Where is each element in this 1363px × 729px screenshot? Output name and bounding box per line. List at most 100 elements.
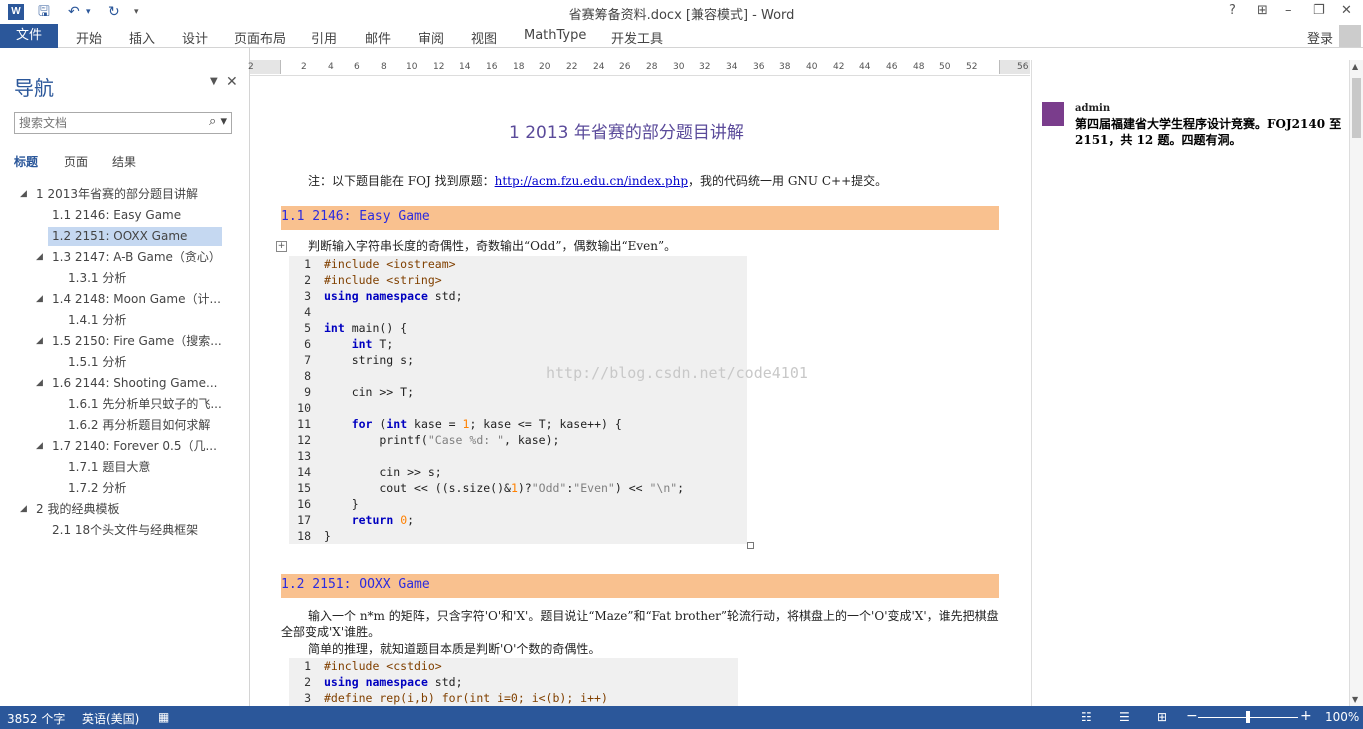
scrollbar-thumb[interactable]	[1352, 78, 1361, 138]
line-number: 4	[304, 305, 311, 319]
line-number: 1	[304, 659, 311, 673]
zoom-slider-thumb[interactable]	[1246, 711, 1250, 723]
nav-tree-item[interactable]: ◢ 1.3 2147: A-B Game（贪心）	[36, 248, 252, 267]
nav-tree-item[interactable]: 1.7.2 分析	[68, 479, 268, 498]
paragraph-ooxx-2: 简单的推理，就知道题目本质是判断'O'个数的奇偶性。	[308, 642, 601, 656]
tab-layout[interactable]: 页面布局	[234, 28, 286, 47]
close-icon[interactable]: ✕	[1341, 3, 1352, 18]
restore-icon[interactable]: ❐	[1313, 3, 1325, 18]
note-link[interactable]: http://acm.fzu.edu.cn/index.php	[495, 174, 688, 188]
scroll-down-icon[interactable]: ▼	[1352, 695, 1358, 704]
read-mode-icon[interactable]: ☷	[1081, 710, 1092, 724]
zoom-out-button[interactable]: −	[1186, 708, 1198, 724]
nav-tree-item[interactable]: ◢ 1.4 2148: Moon Game（计...	[36, 290, 252, 309]
ruler-tick-label: 44	[859, 62, 871, 72]
macro-record-icon[interactable]: ▦	[158, 710, 169, 724]
nav-tree-item[interactable]: ◢ 2 我的经典模板	[20, 500, 236, 519]
nav-options-icon[interactable]: ▼	[210, 76, 218, 87]
ruler-tick-label: 42	[833, 62, 845, 72]
tab-file[interactable]: 文件	[0, 24, 58, 48]
line-number: 2	[304, 273, 311, 287]
code-text: int T;	[351, 337, 394, 351]
expand-collapse-icon[interactable]: +	[276, 241, 287, 252]
document-page[interactable]: 1 2013 年省赛的部分题目讲解 注：以下题目能在 FOJ 找到原题：http…	[251, 76, 1031, 706]
nav-tree-item[interactable]: 1.4.1 分析	[68, 311, 268, 330]
collapse-arrow-icon[interactable]: ◢	[36, 332, 43, 351]
resize-handle[interactable]	[747, 542, 754, 549]
tab-insert[interactable]: 插入	[129, 28, 155, 47]
ruler-tick-label: 38	[779, 62, 791, 72]
minimize-icon[interactable]: –	[1285, 3, 1292, 18]
zoom-in-button[interactable]: +	[1300, 708, 1312, 724]
horizontal-ruler[interactable]: 2 2 4 6 8 10 12 14 16 18 20 22 24 26 28 30 32 34 36 38 40 42 4…	[248, 60, 1030, 76]
tab-mathtype[interactable]: MathType	[524, 28, 586, 43]
nav-tree-item[interactable]: 1.3.1 分析	[68, 269, 268, 288]
tab-mailings[interactable]: 邮件	[365, 28, 391, 47]
scroll-up-icon[interactable]: ▲	[1352, 62, 1358, 71]
code-block-2: 1 #include <cstdio> 2 using namespace std; 3…	[289, 658, 738, 706]
nav-tab-headings[interactable]: 标题	[14, 153, 38, 170]
nav-tree-item[interactable]: 1.2 2151: OOXX Game	[48, 227, 222, 246]
line-number: 14	[297, 465, 311, 479]
tab-home[interactable]: 开始	[76, 28, 102, 47]
nav-close-icon[interactable]: ✕	[226, 74, 238, 90]
tab-developer[interactable]: 开发工具	[611, 28, 663, 47]
code-line: 4	[289, 304, 747, 320]
tab-view[interactable]: 视图	[471, 28, 497, 47]
heading-2-easy-game: 1.1 2146: Easy Game	[281, 206, 999, 230]
collapse-arrow-icon[interactable]: ◢	[36, 248, 43, 267]
zoom-level[interactable]: 100%	[1325, 710, 1359, 724]
nav-search-box[interactable]: ⌕ ▾	[14, 112, 232, 134]
nav-tree-item[interactable]: 1.6.1 先分析单只蚊子的飞...	[68, 395, 268, 414]
code-block-1: 1 #include <iostream> 2 #include <string> 3 u…	[289, 256, 747, 544]
tab-review[interactable]: 审阅	[418, 28, 444, 47]
nav-tree-item[interactable]: 1.5.1 分析	[68, 353, 268, 372]
language-indicator[interactable]: 英语(美国)	[82, 710, 139, 727]
nav-tree-item[interactable]: ◢ 1.5 2150: Fire Game（搜索...	[36, 332, 252, 351]
nav-tree-item[interactable]: 1.1 2146: Easy Game	[52, 206, 252, 225]
nav-tree-label: 1.5.1 分析	[68, 355, 127, 369]
code-line: 3 using namespace std;	[289, 288, 747, 304]
collapse-arrow-icon[interactable]: ◢	[20, 185, 27, 204]
line-number: 5	[304, 321, 311, 335]
line-number: 1	[304, 257, 311, 271]
title-bar: W 🖫 ↶ ▾ ↻ ▾ 省赛筹备资料.docx [兼容模式] - Word ? …	[0, 0, 1363, 24]
tab-references[interactable]: 引用	[311, 28, 337, 47]
print-layout-icon[interactable]: ☰	[1119, 710, 1130, 724]
nav-tree-item[interactable]: 1.7.1 题目大意	[68, 458, 268, 477]
login-button[interactable]: 登录	[1307, 28, 1333, 47]
line-number: 18	[297, 529, 311, 543]
nav-tree-item[interactable]: ◢ 1.7 2140: Forever 0.5（几...	[36, 437, 252, 456]
comment-text[interactable]: 第四届福建省大学生程序设计竞赛。FOJ2140 至 2151，共 12 题。四题…	[1075, 116, 1345, 148]
nav-tree-label: 1.6 2144: Shooting Game...	[52, 376, 218, 390]
word-count[interactable]: 3852 个字	[7, 710, 65, 727]
web-layout-icon[interactable]: ⊞	[1157, 710, 1167, 724]
code-text: }	[324, 497, 359, 511]
line-number: 16	[297, 497, 311, 511]
heading-2-text: 1.1 2146: Easy Game	[281, 209, 430, 224]
tab-design[interactable]: 设计	[182, 28, 208, 47]
collapse-arrow-icon[interactable]: ◢	[36, 290, 43, 309]
nav-tab-results[interactable]: 结果	[112, 153, 136, 170]
collapse-arrow-icon[interactable]: ◢	[36, 374, 43, 393]
vertical-scrollbar[interactable]: ▲ ▼	[1349, 60, 1363, 706]
nav-tree-item[interactable]: 2.1 18个头文件与经典框架	[52, 521, 252, 540]
nav-tree-item[interactable]: 1.6.2 再分析题目如何求解	[68, 416, 268, 435]
nav-tab-pages[interactable]: 页面	[64, 153, 88, 170]
search-icon[interactable]: ⌕ ▾	[209, 114, 227, 129]
nav-tree-label: 1.7 2140: Forever 0.5（几...	[52, 439, 217, 453]
nav-search-input[interactable]	[15, 113, 195, 133]
nav-tree-item[interactable]: ◢ 1 2013年省赛的部分题目讲解	[20, 185, 236, 204]
ribbon-display-icon[interactable]: ⊞	[1257, 3, 1268, 18]
help-icon[interactable]: ?	[1229, 3, 1236, 18]
nav-tree-item[interactable]: ◢ 1.6 2144: Shooting Game...	[36, 374, 252, 393]
code-text: #include <string>	[324, 273, 442, 287]
code-text: #define rep(i,b) for(int i=0; i<(b); i++…	[324, 691, 608, 705]
comment-author: admin	[1075, 103, 1111, 114]
nav-tree-label: 1.1 2146: Easy Game	[52, 208, 182, 222]
heading-1: 1 2013 年省赛的部分题目讲解	[509, 123, 744, 143]
line-number: 15	[297, 481, 311, 495]
user-avatar-icon[interactable]	[1339, 25, 1361, 47]
collapse-arrow-icon[interactable]: ◢	[20, 500, 27, 519]
collapse-arrow-icon[interactable]: ◢	[36, 437, 43, 456]
